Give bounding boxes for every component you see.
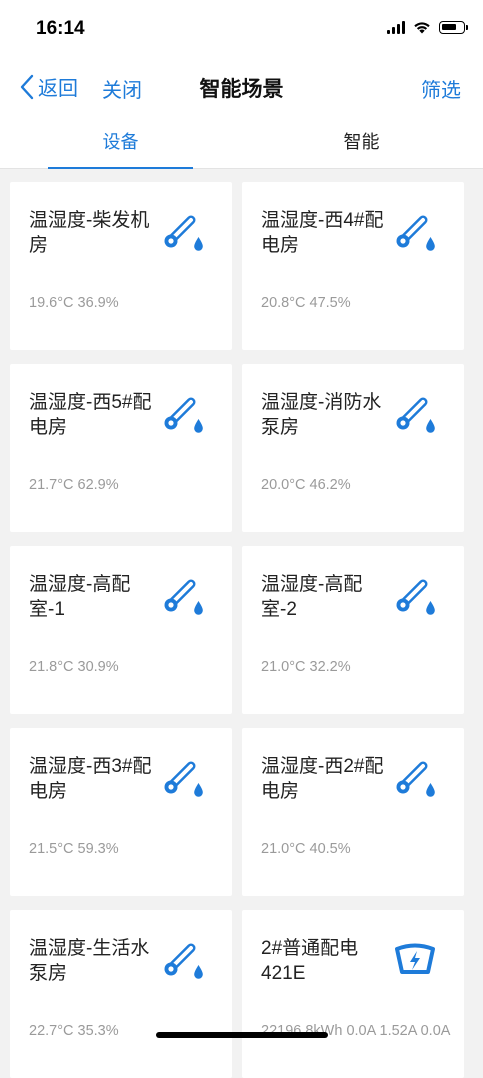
device-value: 22.7°C 35.3% [29,1023,119,1039]
nav-bar: 返回 关闭 智能场景 筛选 [0,60,483,112]
device-value: 20.8°C 47.5% [261,295,351,311]
device-name: 温湿度-西5#配电房 [29,392,152,438]
thermo-humidity-icon [164,761,203,797]
device-card[interactable]: 温湿度-消防水泵房 20.0°C 46.2% [242,364,464,532]
thermo-humidity-icon [396,761,435,797]
tab-device[interactable]: 设备 [48,128,193,154]
device-name: 温湿度-高配室-1 [29,574,131,620]
thermo-humidity-icon [164,215,203,251]
thermo-humidity-icon [164,579,203,615]
thermo-humidity-icon [396,579,435,615]
close-button[interactable]: 关闭 [102,74,142,103]
device-value: 22196.8kWh 0.0A 1.52A 0.0A [261,1023,451,1039]
device-value: 21.5°C 59.3% [29,841,119,857]
device-name: 温湿度-柴发机房 [29,210,150,256]
status-time: 16:14 [36,18,85,39]
thermo-humidity-icon [164,397,203,433]
filter-button[interactable]: 筛选 [421,74,461,103]
device-name: 温湿度-生活水泵房 [29,938,150,984]
back-label: 返回 [38,78,78,100]
device-card[interactable]: 温湿度-高配室-2 21.0°C 32.2% [242,546,464,714]
cellular-signal-icon [387,20,405,34]
status-bar: 16:14 [0,0,483,60]
status-icons [387,20,468,34]
device-card[interactable]: 温湿度-柴发机房 19.6°C 36.9% [10,182,232,350]
thermo-humidity-icon [396,215,435,251]
device-card[interactable]: 温湿度-西3#配电房 21.5°C 59.3% [10,728,232,896]
device-name: 温湿度-西3#配电房 [29,756,152,802]
device-name: 温湿度-西2#配电房 [261,756,384,802]
device-card[interactable]: 温湿度-西5#配电房 21.7°C 62.9% [10,364,232,532]
device-value: 21.0°C 32.2% [261,659,351,675]
device-card[interactable]: 2#普通配电421E 22196.8kWh 0.0A 1.52A 0.0A [242,910,464,1078]
device-value: 21.0°C 40.5% [261,841,351,857]
device-card[interactable]: 温湿度-生活水泵房 22.7°C 35.3% [10,910,232,1078]
device-value: 21.7°C 62.9% [29,477,119,493]
device-name: 温湿度-高配室-2 [261,574,363,620]
power-meter-icon [395,943,435,974]
device-name: 温湿度-消防水泵房 [261,392,382,438]
wifi-icon [414,22,430,34]
back-button[interactable]: 返回 [20,72,78,101]
device-name: 2#普通配电421E [261,938,359,984]
thermo-humidity-icon [396,397,435,433]
device-card[interactable]: 温湿度-高配室-1 21.8°C 30.9% [10,546,232,714]
device-value: 19.6°C 36.9% [29,295,119,311]
device-card[interactable]: 温湿度-西2#配电房 21.0°C 40.5% [242,728,464,896]
tab-bar: 设备 智能 [0,112,483,169]
tab-smart[interactable]: 智能 [289,128,434,154]
battery-icon [439,20,468,34]
active-tab-indicator [48,167,193,169]
device-name: 温湿度-西4#配电房 [261,210,384,256]
thermo-humidity-icon [164,943,203,979]
device-value: 21.8°C 30.9% [29,659,119,675]
home-indicator[interactable] [156,1032,328,1038]
chevron-left-icon [20,74,34,99]
device-value: 20.0°C 46.2% [261,477,351,493]
device-card[interactable]: 温湿度-西4#配电房 20.8°C 47.5% [242,182,464,350]
